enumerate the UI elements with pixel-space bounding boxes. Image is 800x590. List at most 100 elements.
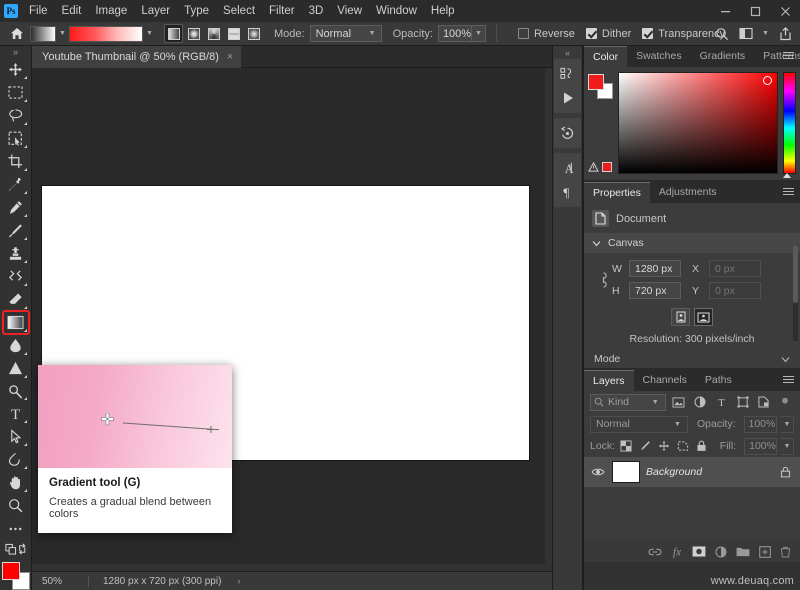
portrait-orientation-button[interactable]: [671, 308, 690, 326]
height-input[interactable]: 720 px: [629, 282, 681, 299]
character-icon[interactable]: A: [555, 156, 580, 180]
clone-stamp-tool[interactable]: [3, 242, 29, 265]
link-dimensions-icon[interactable]: [594, 270, 612, 290]
tool-preset-picker[interactable]: [30, 25, 56, 42]
link-layers-icon[interactable]: [648, 547, 662, 557]
layer-opacity-input[interactable]: 100%: [743, 415, 777, 433]
menu-filter[interactable]: Filter: [262, 0, 302, 22]
lock-all-icon[interactable]: [694, 438, 709, 455]
filter-shape-icon[interactable]: [734, 393, 751, 412]
hand-tool[interactable]: [3, 471, 29, 494]
tab-properties[interactable]: Properties: [584, 182, 650, 203]
tab-layers[interactable]: Layers: [584, 370, 634, 391]
new-layer-icon[interactable]: [759, 545, 771, 558]
history-brush-tool[interactable]: [3, 265, 29, 288]
color-panel-menu-icon[interactable]: [783, 52, 794, 61]
eyedropper-tool[interactable]: [3, 173, 29, 196]
menu-edit[interactable]: Edit: [55, 0, 89, 22]
width-input[interactable]: 1280 px: [629, 260, 681, 277]
type-tool[interactable]: T: [3, 402, 29, 425]
paragraph-icon[interactable]: ¶: [555, 180, 580, 204]
blend-mode-select[interactable]: Normal ▼: [309, 25, 382, 42]
workspace-icon[interactable]: [735, 24, 757, 44]
gradient-tool[interactable]: [1, 309, 30, 335]
lock-position-icon[interactable]: [657, 438, 672, 455]
filter-smart-object-icon[interactable]: [755, 393, 772, 412]
canvas-section-header[interactable]: Canvas: [584, 233, 800, 253]
gradient-swatch-picker[interactable]: [69, 25, 143, 42]
delete-layer-icon[interactable]: [780, 546, 791, 558]
layer-fill-input[interactable]: 100%: [744, 437, 777, 455]
zoom-level[interactable]: 50%: [32, 576, 88, 587]
zoom-tool[interactable]: [3, 494, 29, 517]
menu-view[interactable]: View: [330, 0, 369, 22]
crop-tool[interactable]: [3, 150, 29, 173]
minimize-button[interactable]: [710, 0, 740, 22]
tab-color[interactable]: Color: [584, 46, 628, 67]
tab-adjustments[interactable]: Adjustments: [650, 182, 726, 203]
actions-play-icon[interactable]: [555, 86, 580, 110]
new-fill-adjustment-icon[interactable]: [715, 546, 727, 558]
gradient-chevron-down-icon[interactable]: ▼: [143, 30, 156, 37]
opacity-input[interactable]: 100%: [437, 25, 472, 42]
menu-file[interactable]: File: [22, 0, 55, 22]
menu-type[interactable]: Type: [177, 0, 216, 22]
rectangular-marquee-tool[interactable]: [3, 81, 29, 104]
edit-toolbar-button[interactable]: [3, 517, 29, 540]
filter-toggle-icon[interactable]: [777, 393, 794, 412]
mode-section-header[interactable]: Mode: [584, 345, 800, 365]
tool-preset-chevron-down-icon[interactable]: ▼: [56, 30, 69, 37]
menu-layer[interactable]: Layer: [134, 0, 177, 22]
gradient-type-reflected-button[interactable]: [224, 24, 243, 43]
spot-healing-brush-tool[interactable]: [3, 196, 29, 219]
layers-panel-menu-icon[interactable]: [783, 376, 794, 385]
close-icon[interactable]: ×: [227, 51, 233, 63]
lock-transparent-pixels-icon[interactable]: [619, 438, 634, 455]
gradient-type-radial-button[interactable]: [184, 24, 203, 43]
menu-window[interactable]: Window: [369, 0, 424, 22]
lasso-tool[interactable]: [3, 104, 29, 127]
path-selection-tool[interactable]: [3, 425, 29, 448]
default-colors-and-swap[interactable]: [3, 540, 29, 557]
gradient-type-angle-button[interactable]: [204, 24, 223, 43]
tab-gradients[interactable]: Gradients: [691, 46, 755, 67]
document-tab[interactable]: Youtube Thumbnail @ 50% (RGB/8) ×: [32, 46, 242, 68]
lock-image-pixels-icon[interactable]: [638, 438, 653, 455]
maximize-button[interactable]: [740, 0, 770, 22]
menu-help[interactable]: Help: [424, 0, 462, 22]
y-input[interactable]: 0 px: [709, 282, 761, 299]
properties-scrollbar[interactable]: [793, 245, 798, 341]
menu-select[interactable]: Select: [216, 0, 262, 22]
layer-fill-chevron-down-icon[interactable]: ▼: [780, 437, 794, 455]
layer-thumbnail[interactable]: [612, 461, 640, 483]
brush-tool[interactable]: [3, 219, 29, 242]
dodge-tool[interactable]: [3, 357, 29, 380]
properties-panel-menu-icon[interactable]: [783, 188, 794, 197]
landscape-orientation-button[interactable]: [694, 308, 713, 326]
foreground-color-swatch[interactable]: [1, 562, 20, 581]
add-layer-style-icon[interactable]: fx: [671, 546, 683, 557]
opacity-chevron-down-icon[interactable]: ▼: [471, 25, 486, 42]
move-tool[interactable]: [3, 58, 29, 81]
web-safe-color-swatch[interactable]: [602, 162, 612, 172]
gradient-type-linear-button[interactable]: [164, 24, 183, 43]
search-icon[interactable]: [711, 24, 733, 44]
home-icon[interactable]: [4, 27, 30, 40]
gradient-type-diamond-button[interactable]: [244, 24, 263, 43]
status-expand-icon[interactable]: ›: [237, 576, 240, 586]
reverse-checkbox[interactable]: Reverse: [517, 28, 575, 40]
close-button[interactable]: [770, 0, 800, 22]
x-input[interactable]: 0 px: [709, 260, 761, 277]
layer-name[interactable]: Background: [646, 466, 771, 478]
canvas-vertical-scrollbar[interactable]: [545, 68, 552, 571]
hue-slider-handle[interactable]: [783, 173, 791, 178]
object-selection-tool[interactable]: [3, 127, 29, 150]
tab-paths[interactable]: Paths: [696, 370, 741, 391]
add-layer-mask-icon[interactable]: [692, 546, 706, 557]
new-group-icon[interactable]: [736, 546, 750, 557]
dock-collapse-button[interactable]: «: [552, 46, 583, 59]
layer-row-background[interactable]: Background: [584, 457, 800, 487]
filter-type-icon[interactable]: T: [712, 393, 729, 412]
layer-visibility-eye-icon[interactable]: [590, 467, 606, 477]
toolbar-collapse-button[interactable]: »: [0, 46, 32, 58]
